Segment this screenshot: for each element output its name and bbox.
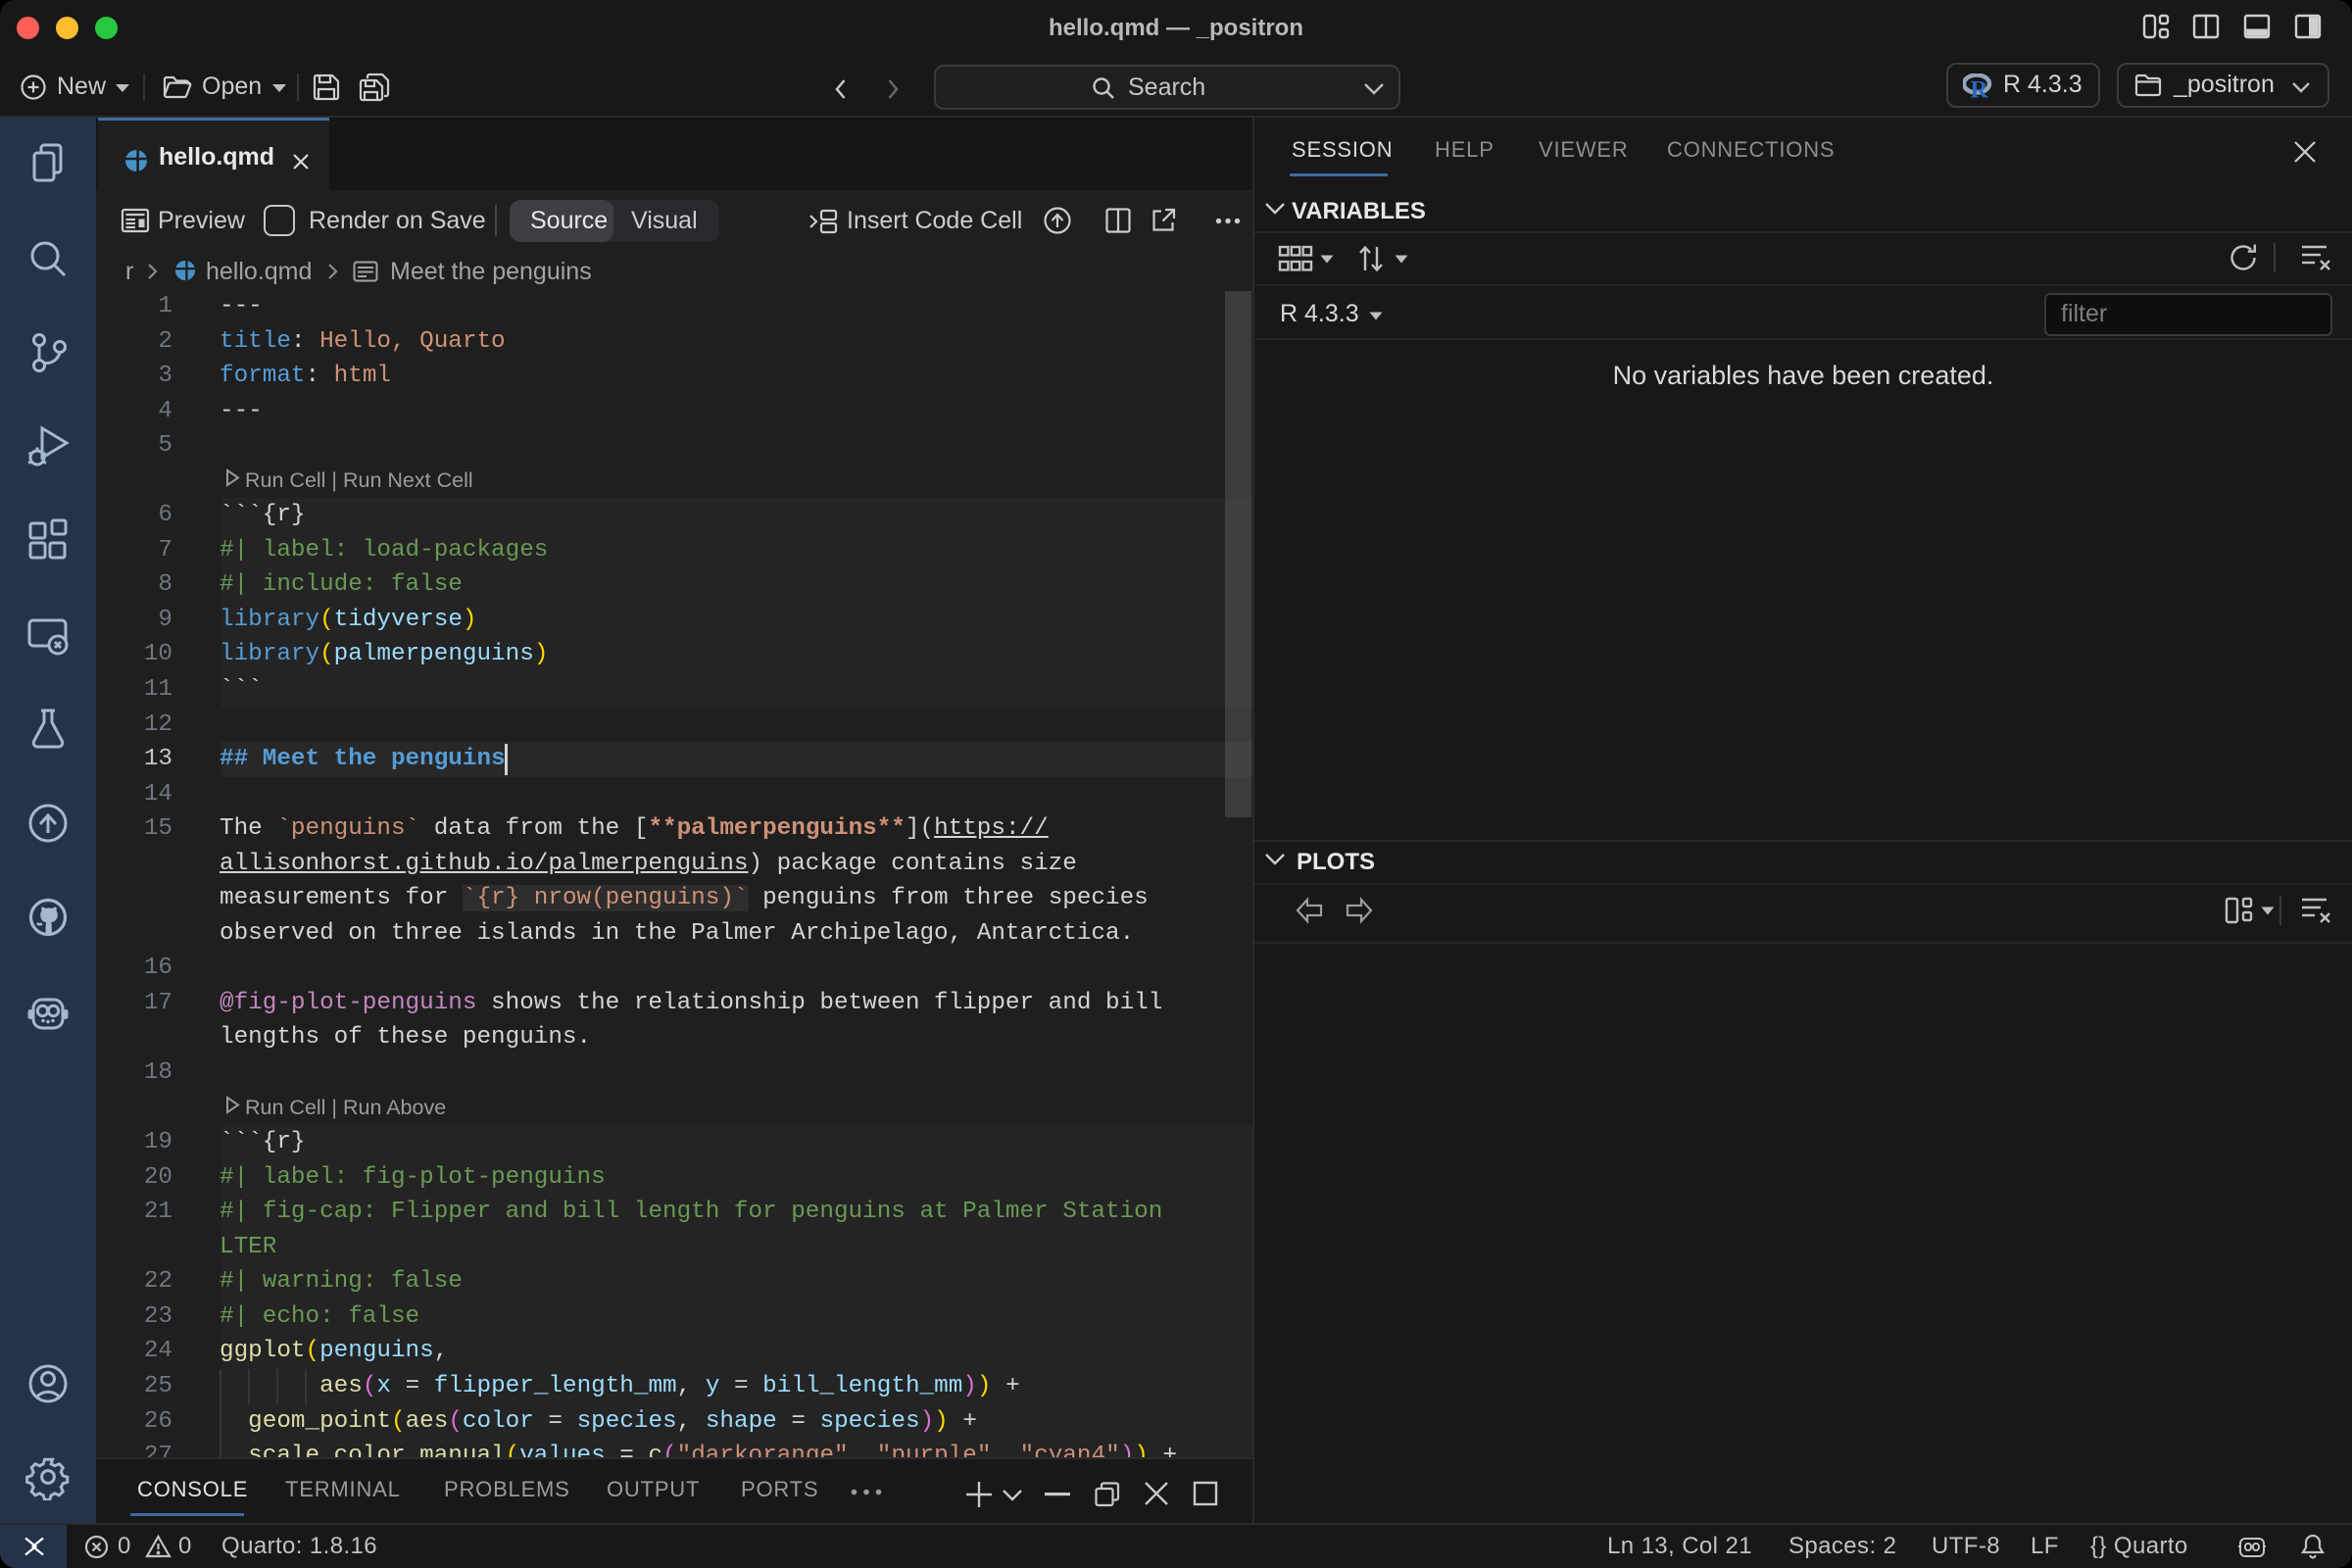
svg-text:R: R [1971,77,1989,100]
